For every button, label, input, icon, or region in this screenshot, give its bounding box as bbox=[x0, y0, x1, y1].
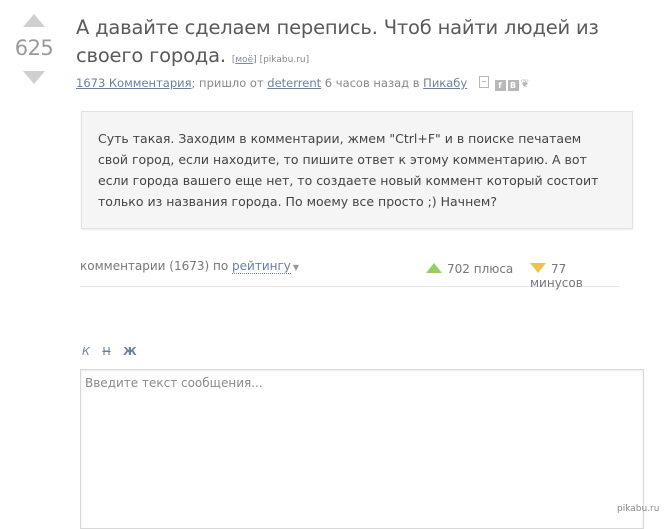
tag-source: pikabu.ru bbox=[263, 55, 306, 65]
italic-button[interactable]: К bbox=[82, 345, 90, 358]
pluses-count: 702 плюса bbox=[426, 262, 513, 276]
minuses-count: 77 минусов bbox=[530, 262, 620, 290]
minus-triangle-icon bbox=[530, 263, 546, 273]
downvote-icon[interactable] bbox=[23, 71, 45, 84]
vkontakte-icon[interactable]: B bbox=[507, 80, 519, 91]
plus-triangle-icon bbox=[426, 263, 442, 273]
bold-button[interactable]: Ж bbox=[123, 345, 136, 358]
facebook-icon[interactable]: f bbox=[494, 80, 506, 91]
time-text: 6 часов назад в bbox=[324, 76, 420, 90]
came-from-text: ; пришло от bbox=[191, 76, 264, 90]
comments-count-label: комментарии (1673) по bbox=[80, 259, 229, 273]
post-score: 625 bbox=[14, 36, 54, 60]
post-title[interactable]: А давайте сделаем перепись. Чтоб найти л… bbox=[76, 16, 599, 67]
author-link[interactable]: deterrent bbox=[267, 76, 321, 90]
save-icon[interactable] bbox=[478, 76, 489, 88]
chevron-down-icon[interactable]: ▼ bbox=[293, 263, 299, 272]
post-meta: 1673 Комментария; пришло от deterrent 6 … bbox=[76, 76, 530, 91]
upvote-icon[interactable] bbox=[23, 14, 45, 27]
community-link[interactable]: Пикабу bbox=[423, 76, 467, 90]
comments-bar: комментарии (1673) по рейтингу ▼ 702 плюс… bbox=[80, 252, 620, 290]
vote-panel: 625 bbox=[14, 14, 54, 84]
pluses-label: 702 плюса bbox=[447, 262, 514, 276]
twitter-icon[interactable]: ❦ bbox=[521, 77, 530, 90]
tag-mine[interactable]: моё bbox=[235, 55, 253, 65]
comment-input[interactable] bbox=[80, 369, 644, 529]
post-title-block: А давайте сделаем перепись. Чтоб найти л… bbox=[76, 14, 656, 74]
sort-dropdown[interactable]: рейтингу bbox=[232, 259, 291, 274]
format-toolbar: К Н Ж bbox=[82, 345, 146, 358]
post-body: Суть такая. Заходим в комментарии, жмем … bbox=[81, 111, 633, 229]
watermark: pikabu.ru bbox=[617, 504, 660, 514]
post-tags: [моё] [pikabu.ru] bbox=[231, 55, 310, 65]
comments-link[interactable]: 1673 Комментария bbox=[76, 76, 192, 90]
comments-sort: комментарии (1673) по рейтингу ▼ bbox=[80, 259, 299, 274]
strike-button[interactable]: Н bbox=[102, 345, 110, 358]
